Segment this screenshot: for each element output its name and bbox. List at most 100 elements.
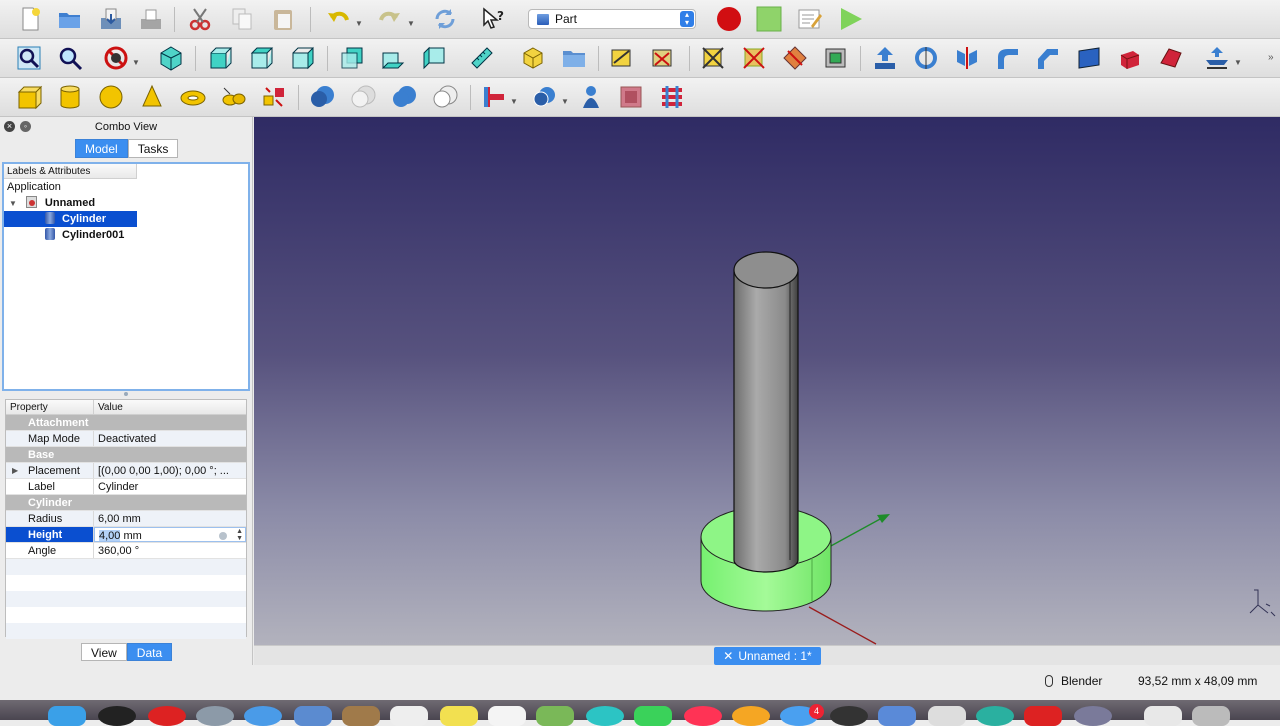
tree-item-cylinder001[interactable]: Cylinder001 [45,227,124,243]
contacts-dock-icon[interactable] [342,706,380,726]
create-group-icon[interactable] [560,44,588,72]
tab-view[interactable]: View [81,643,127,661]
save-icon[interactable] [97,5,125,33]
check-geometry-icon[interactable] [577,83,605,111]
tab-tasks[interactable]: Tasks [127,139,179,158]
whats-this-icon[interactable]: ? [480,5,508,33]
cylinder-shape[interactable] [733,251,799,573]
workbench-selector[interactable]: Part ▴ ▾ [528,9,696,29]
chamfer-icon[interactable] [1034,44,1062,72]
app-dock-icon[interactable] [1074,706,1112,726]
macro-stop-icon[interactable] [755,5,783,33]
cross-sections-icon[interactable] [658,83,686,111]
app-dock-icon[interactable] [976,706,1014,726]
property-group-cylinder[interactable]: Cylinder [6,495,246,511]
app-dock-icon[interactable] [148,706,186,726]
primitives-icon[interactable] [260,83,288,111]
launchpad-dock-icon[interactable] [98,706,136,726]
measure-linear-icon[interactable] [608,44,636,72]
box-icon[interactable] [16,83,44,111]
torus-icon[interactable] [179,83,207,111]
cylinder-icon[interactable] [56,83,84,111]
top-view-icon[interactable] [248,44,276,72]
property-value[interactable]: 6,00 mm [94,511,246,526]
spin-buttons[interactable]: ▲ ▼ [236,528,243,541]
ibooks-dock-icon[interactable] [732,706,770,726]
loft-icon[interactable] [1157,44,1185,72]
boolean-icon[interactable] [309,83,337,111]
expand-arrow-icon[interactable]: ▶ [12,463,18,479]
measure-refresh-icon[interactable] [699,44,727,72]
macro-edit-icon[interactable] [796,5,824,33]
tree-document-unnamed[interactable]: ▼ Unnamed [9,195,95,211]
section-icon[interactable] [1203,44,1231,72]
right-view-icon[interactable] [289,44,317,72]
measure-toggle-3d-icon[interactable] [822,44,850,72]
calendar-dock-icon[interactable] [390,706,428,726]
itunes-dock-icon[interactable] [684,706,722,726]
app-dock-icon[interactable] [928,706,966,726]
chevron-down-icon[interactable]: ▼ [9,199,17,208]
new-icon[interactable] [16,5,44,33]
close-icon[interactable]: ✕ [723,649,733,663]
draw-style-icon[interactable] [102,44,130,72]
open-icon[interactable] [56,5,84,33]
revolve-icon[interactable] [912,44,940,72]
app-dock-icon[interactable] [1024,706,1062,726]
property-row-placement[interactable]: ▶ Placement [(0,00 0,00 1,00); 0,00 °; ..… [6,463,246,479]
system-preferences-dock-icon[interactable] [830,706,868,726]
property-value[interactable]: Cylinder [94,479,246,494]
navigation-style-indicator[interactable]: Blender [1045,674,1102,688]
bottom-view-icon[interactable] [379,44,407,72]
cut-boolean-icon[interactable] [350,83,378,111]
3d-viewport[interactable] [254,117,1280,645]
redo-icon[interactable] [376,5,404,33]
rear-view-icon[interactable] [338,44,366,72]
make-face-icon[interactable] [1075,44,1103,72]
property-value[interactable]: 360,00 ° [94,543,246,558]
app-dock-icon[interactable] [196,706,234,726]
measure-angular-icon[interactable] [649,44,677,72]
make-part-icon[interactable] [519,44,547,72]
maps-dock-icon[interactable] [536,706,574,726]
cut-icon[interactable] [186,5,214,33]
isometric-view-icon[interactable] [157,44,185,72]
trash-dock-icon[interactable] [1192,706,1230,726]
fuse-icon[interactable] [391,83,419,111]
join-features-icon[interactable] [480,83,508,111]
app-dock-icon[interactable] [878,706,916,726]
cone-icon[interactable] [138,83,166,111]
undo-icon[interactable] [324,5,352,33]
extrude-icon[interactable] [871,44,899,72]
notes-dock-icon[interactable] [440,706,478,726]
measure-distance-icon[interactable] [468,44,496,72]
paste-icon[interactable] [269,5,297,33]
property-value[interactable]: Deactivated [94,431,246,446]
measure-clear-icon[interactable] [740,44,768,72]
left-view-icon[interactable] [420,44,448,72]
toolbar-overflow-icon[interactable]: » [1268,52,1274,63]
tab-model[interactable]: Model [75,139,128,158]
close-icon[interactable]: × [4,121,15,132]
reminders-dock-icon[interactable] [488,706,526,726]
messages-dock-icon[interactable] [634,706,672,726]
property-group-attachment[interactable]: Attachment [6,415,246,431]
defeaturing-icon[interactable] [617,83,645,111]
facetime-dock-icon[interactable] [586,706,624,726]
refresh-icon[interactable] [431,5,459,33]
downloads-dock-icon[interactable] [1144,706,1182,726]
sphere-icon[interactable] [97,83,125,111]
fit-selection-icon[interactable] [56,44,84,72]
expression-icon[interactable] [219,532,227,540]
panel-splitter[interactable] [124,392,128,396]
tube-icon[interactable] [220,83,248,111]
save-as-icon[interactable] [137,5,165,33]
property-group-base[interactable]: Base [6,447,246,463]
mail-dock-icon[interactable] [294,706,332,726]
property-row-map-mode[interactable]: Map Mode Deactivated [6,431,246,447]
tab-data[interactable]: Data [126,643,173,661]
copy-icon[interactable] [228,5,256,33]
ruled-surface-icon[interactable] [1116,44,1144,72]
float-icon[interactable]: ◦ [20,121,31,132]
fillet-icon[interactable] [994,44,1022,72]
